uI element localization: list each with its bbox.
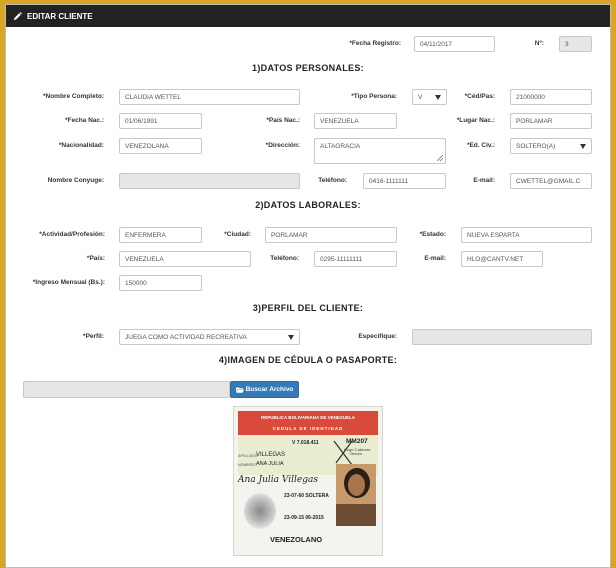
section-imagen-cedula: 4)IMAGEN DE CÉDULA O PASAPORTE: xyxy=(218,355,398,365)
pencil-icon xyxy=(13,11,22,20)
ingreso-field[interactable]: 150000 xyxy=(119,275,202,291)
card-nombres: ANA JULIA xyxy=(256,461,284,467)
caret-down-icon xyxy=(288,334,294,340)
nacionalidad-field[interactable]: VENEZOLANA xyxy=(119,138,202,154)
id-card-image: REPUBLICA BOLIVARIANA DE VENEZUELA CEDUL… xyxy=(233,406,383,556)
pais-label: *País: xyxy=(86,255,105,262)
card-photo-face xyxy=(348,474,365,496)
lab-email-label: E-mail: xyxy=(424,255,446,262)
email-field[interactable]: CWETTEL@GMAIL.C xyxy=(510,173,592,189)
pais-nac-field[interactable]: VENEZUELA xyxy=(314,113,397,129)
numero-field: 3 xyxy=(559,36,592,52)
ciudad-field[interactable]: PORLAMAR xyxy=(265,227,397,243)
card-id-number: V 7.018.411 xyxy=(292,440,319,446)
conyuge-label: Nombre Conyuge: xyxy=(47,177,104,184)
ced-label: *Céd/Pas: xyxy=(464,93,495,100)
card-dates: 23-09-15 06-2015 xyxy=(284,515,324,521)
card-header-cedula: CEDULA DE IDENTIDAD xyxy=(272,426,344,431)
perfil-select[interactable]: JUEGA COMO ACTIVIDAD RECREATIVA xyxy=(119,329,300,345)
panel-header: EDITAR CLIENTE xyxy=(6,5,610,27)
nombre-label: *Nombre Completo: xyxy=(42,93,104,100)
nombre-field[interactable]: CLAUDIA WETTEL xyxy=(119,89,300,105)
fecha-registro-label: *Fecha Registro: xyxy=(349,40,401,47)
tipo-persona-value: V xyxy=(418,93,423,101)
card-country: VENEZOLANO xyxy=(270,535,323,544)
caret-down-icon xyxy=(435,94,441,100)
actividad-field[interactable]: ENFERMERA xyxy=(119,227,202,243)
especifique-field xyxy=(412,329,592,345)
panel-title: EDITAR CLIENTE xyxy=(27,11,93,21)
nacionalidad-label: *Nacionalidad: xyxy=(58,142,104,149)
perfil-label: *Perfil: xyxy=(83,333,104,340)
browse-file-label: Buscar Archivo xyxy=(245,386,294,393)
actividad-label: *Actividad/Profesión: xyxy=(39,231,105,238)
telefono-field[interactable]: 0416-1111111 xyxy=(363,173,446,189)
card-photo-shoulders xyxy=(336,504,376,526)
estado-civil-label: *Ed. Civ.: xyxy=(466,142,495,149)
direccion-value: ALTAGRACIA xyxy=(320,143,361,150)
card-apellidos-label: APELLIDOS xyxy=(238,454,258,458)
fecha-nac-field[interactable]: 01/06/1991 xyxy=(119,113,202,129)
tipo-persona-select[interactable]: V xyxy=(412,89,447,105)
card-nombres-label: NOMBRES xyxy=(238,463,256,467)
caret-down-icon xyxy=(580,143,586,149)
lab-telefono-field[interactable]: 0295-11111111 xyxy=(314,251,397,267)
email-label: E-mail: xyxy=(473,177,495,184)
card-director-signature xyxy=(333,440,353,466)
lab-telefono-label: Teléfono: xyxy=(270,255,299,262)
ciudad-label: *Ciudad: xyxy=(224,231,251,238)
tipo-persona-label: *Tipo Persona: xyxy=(351,93,397,100)
lab-email-field[interactable]: HLO@CANTV.NET xyxy=(461,251,543,267)
lugar-nac-label: *Lugar Nac.: xyxy=(456,117,495,124)
perfil-value: JUEGA COMO ACTIVIDAD RECREATIVA xyxy=(125,333,247,341)
especifique-label: Especifique: xyxy=(358,333,397,340)
section-datos-personales: 1)DATOS PERSONALES: xyxy=(252,63,364,73)
section-datos-laborales: 2)DATOS LABORALES: xyxy=(255,200,361,210)
card-fingerprint xyxy=(244,493,276,529)
card-birth-civil: 23-07-60 SOLTERA xyxy=(284,493,329,499)
card-header-republic: REPUBLICA BOLIVARIANA DE VENEZUELA xyxy=(260,415,356,420)
estado-civil-value: SOLTERO(A) xyxy=(516,142,556,150)
estado-civil-select[interactable]: SOLTERO(A) xyxy=(510,138,592,154)
estado-field[interactable]: NUEVA ESPARTA xyxy=(461,227,592,243)
browse-file-button[interactable]: Buscar Archivo xyxy=(230,381,299,398)
section-perfil-cliente: 3)PERFIL DEL CLIENTE: xyxy=(252,303,364,313)
card-apellidos: VILLEGAS xyxy=(256,452,286,458)
direccion-label: *Dirección: xyxy=(265,142,300,149)
ced-field[interactable]: 21000000 xyxy=(510,89,592,105)
pais-field[interactable]: VENEZUELA xyxy=(119,251,251,267)
ingreso-label: *Ingreso Mensual (Bs.): xyxy=(32,279,105,286)
card-holder-signature: Ana Julia Villegas xyxy=(238,475,318,485)
estado-label: *Estado: xyxy=(419,231,446,238)
fecha-registro-field[interactable]: 04/11/2017 xyxy=(414,36,495,52)
folder-open-icon xyxy=(235,387,244,393)
conyuge-field xyxy=(119,173,300,189)
card-photo xyxy=(336,464,376,526)
file-path-field[interactable] xyxy=(23,381,230,398)
resize-handle-icon[interactable] xyxy=(437,155,443,161)
lugar-nac-field[interactable]: PORLAMAR xyxy=(510,113,592,129)
edit-client-panel: EDITAR CLIENTE *Fecha Registro: 04/11/20… xyxy=(5,4,611,568)
numero-label: Nº: xyxy=(534,40,544,47)
telefono-label: Teléfono: xyxy=(318,177,347,184)
fecha-nac-label: *Fecha Nac.: xyxy=(64,117,104,124)
pais-nac-label: *País Nac.: xyxy=(266,117,300,124)
